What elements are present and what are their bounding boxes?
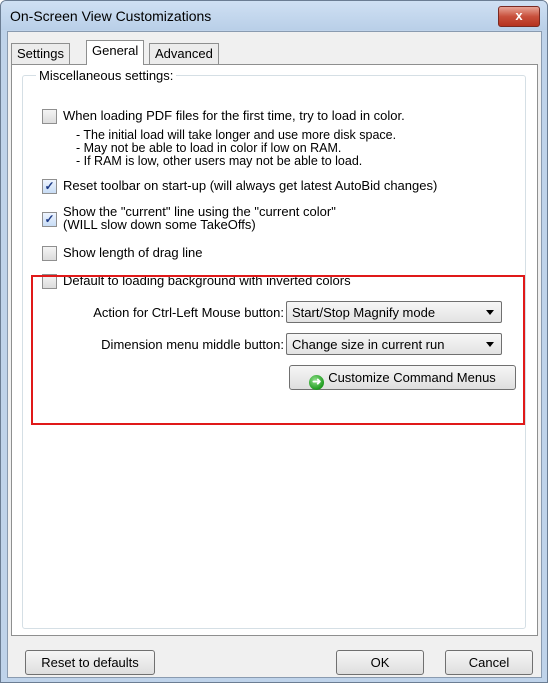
current-line-label-2: (WILL slow down some TakeOffs): [63, 217, 256, 232]
reset-toolbar-option[interactable]: ✓ Reset toolbar on start-up (will always…: [42, 178, 437, 194]
current-line-checkbox[interactable]: ✓: [42, 212, 57, 227]
pdf-color-option[interactable]: When loading PDF files for the first tim…: [42, 108, 405, 124]
pdf-color-label: When loading PDF files for the first tim…: [63, 108, 405, 123]
current-line-text: Show the "current" line using the "curre…: [63, 205, 336, 231]
drag-length-checkbox[interactable]: [42, 246, 57, 261]
highlight-annotation-box: [31, 275, 525, 425]
reset-toolbar-label: Reset toolbar on start-up (will always g…: [63, 178, 438, 193]
tab-settings[interactable]: Settings: [11, 43, 70, 65]
pdf-note-3: - If RAM is low, other users may not be …: [76, 154, 363, 168]
cancel-button[interactable]: Cancel: [445, 650, 533, 675]
title-bar[interactable]: On-Screen View Customizations x: [1, 1, 547, 30]
ok-button[interactable]: OK: [336, 650, 424, 675]
reset-to-defaults-button[interactable]: Reset to defaults: [25, 650, 155, 675]
drag-length-option[interactable]: Show length of drag line: [42, 245, 202, 261]
close-icon: x: [515, 8, 523, 23]
current-line-option[interactable]: ✓ Show the "current" line using the "cur…: [42, 205, 336, 231]
tab-general[interactable]: General: [86, 40, 145, 65]
tab-advanced[interactable]: Advanced: [149, 43, 219, 65]
window-title: On-Screen View Customizations: [10, 8, 212, 24]
group-label: Miscellaneous settings:: [36, 68, 177, 83]
dialog-window: On-Screen View Customizations x Settings…: [0, 0, 548, 683]
drag-length-label: Show length of drag line: [63, 245, 203, 260]
pdf-color-checkbox[interactable]: [42, 109, 57, 124]
close-button[interactable]: x: [498, 6, 540, 27]
reset-toolbar-checkbox[interactable]: ✓: [42, 179, 57, 194]
